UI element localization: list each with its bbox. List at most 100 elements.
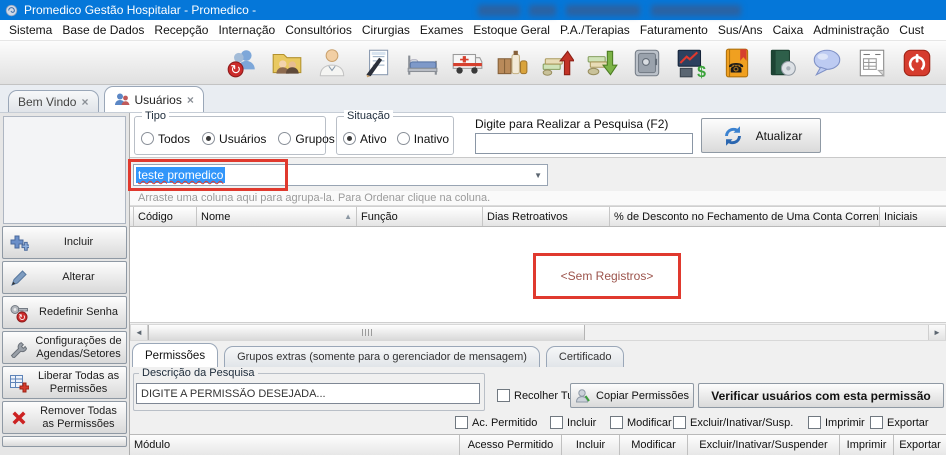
radio-inativo[interactable]: Inativo	[397, 132, 449, 146]
revenue-up-icon[interactable]	[539, 45, 575, 81]
radio-icon[interactable]	[397, 132, 410, 145]
exportar-checkbox[interactable]: Exportar	[870, 416, 929, 429]
horizontal-scrollbar[interactable]: ◄ ►	[130, 324, 946, 341]
checkbox-label: Excluir/Inativar/Susp.	[690, 417, 793, 429]
radio-ativo[interactable]: Ativo	[343, 132, 387, 146]
partial-button[interactable]	[2, 436, 127, 447]
menu-sus-ans[interactable]: Sus/Ans	[713, 21, 768, 39]
scrollbar-thumb[interactable]	[148, 325, 585, 340]
checkbox-icon[interactable]	[455, 416, 468, 429]
svg-text:↻: ↻	[230, 62, 241, 77]
menu-estoque-geral[interactable]: Estoque Geral	[468, 21, 555, 39]
menu-sistema[interactable]: Sistema	[4, 21, 57, 39]
column-modulo[interactable]: Módulo	[130, 435, 460, 455]
patients-folder-icon[interactable]	[269, 45, 305, 81]
column-iniciais[interactable]: Iniciais	[880, 207, 946, 226]
menu-internacao[interactable]: Internação	[213, 21, 280, 39]
imprimir-checkbox[interactable]: Imprimir	[808, 416, 865, 429]
radio-usuarios[interactable]: Usuários	[202, 132, 266, 146]
phone-book-icon[interactable]: ☎	[719, 45, 755, 81]
tab-usuarios[interactable]: Usuários ×	[104, 86, 204, 112]
contract-document-icon[interactable]	[359, 45, 395, 81]
incluir-button[interactable]: Incluir	[2, 226, 127, 259]
menu-cirurgias[interactable]: Cirurgias	[357, 21, 415, 39]
user-combobox[interactable]: teste promedico ▼	[133, 164, 548, 186]
menu-exames[interactable]: Exames	[415, 21, 468, 39]
column-modificar[interactable]: Modificar	[620, 435, 688, 455]
menu-base-de-dados[interactable]: Base de Dados	[57, 21, 149, 39]
incluir-checkbox[interactable]: Incluir	[550, 416, 596, 429]
toolbar: ↻ $ ☎	[0, 41, 946, 85]
column-excluir-inativar[interactable]: Excluir/Inativar/Suspender	[688, 435, 840, 455]
billing-chart-icon[interactable]: $	[674, 45, 710, 81]
column-imprimir[interactable]: Imprimir	[840, 435, 894, 455]
atualizar-button[interactable]: Atualizar	[701, 118, 821, 153]
menu-recepcao[interactable]: Recepção	[149, 21, 213, 39]
invoice-form-icon[interactable]	[854, 45, 890, 81]
configuracoes-agendas-button[interactable]: Configurações de Agendas/Setores	[2, 331, 127, 364]
app-icon	[5, 4, 18, 17]
tab-permissoes[interactable]: Permissões	[132, 343, 218, 367]
expense-down-icon[interactable]	[584, 45, 620, 81]
liberar-permissoes-button[interactable]: Liberar Todas as Permissões	[2, 366, 127, 399]
excluir-checkbox[interactable]: Excluir/Inativar/Susp.	[673, 416, 793, 429]
copiar-permissoes-button[interactable]: Copiar Permissões	[570, 383, 694, 408]
close-icon[interactable]: ×	[81, 96, 88, 108]
redefinir-senha-button[interactable]: ↻ Redefinir Senha	[2, 296, 127, 329]
search-input[interactable]	[475, 133, 693, 154]
radio-grupos[interactable]: Grupos	[278, 132, 334, 146]
checkbox-icon[interactable]	[808, 416, 821, 429]
tab-bem-vindo[interactable]: Bem Vindo ×	[8, 90, 99, 112]
column-funcao[interactable]: Função	[357, 207, 483, 226]
checkbox-icon[interactable]	[550, 416, 563, 429]
column-desconto[interactable]: % de Desconto no Fechamento de Uma Conta…	[610, 207, 880, 226]
users-grid-body	[130, 227, 946, 323]
radio-todos[interactable]: Todos	[141, 132, 190, 146]
svg-text:↻: ↻	[18, 312, 26, 322]
verificar-usuarios-button[interactable]: Verificar usuários com esta permissão	[698, 383, 944, 408]
column-dias-retroativos[interactable]: Dias Retroativos	[483, 207, 610, 226]
menu-consultorios[interactable]: Consultórios	[280, 21, 357, 39]
sync-users-icon[interactable]: ↻	[224, 45, 260, 81]
tab-grupos-extras[interactable]: Grupos extras (somente para o gerenciado…	[224, 346, 540, 367]
search-label: Digite para Realizar a Pesquisa (F2)	[475, 117, 668, 131]
exit-power-icon[interactable]	[899, 45, 935, 81]
remover-permissoes-button[interactable]: Remover Todas as Permissões	[2, 401, 127, 434]
chevron-down-icon[interactable]: ▼	[534, 171, 542, 180]
radio-icon[interactable]	[202, 132, 215, 145]
tab-certificado[interactable]: Certificado	[546, 346, 625, 367]
radio-icon[interactable]	[343, 132, 356, 145]
scroll-left-icon[interactable]: ◄	[131, 325, 148, 340]
hospital-bed-icon[interactable]	[404, 45, 440, 81]
menubar: Sistema Base de Dados Recepção Internaçã…	[0, 20, 946, 41]
menu-pa-terapias[interactable]: P.A./Terapias	[555, 21, 635, 39]
column-acesso-permitido[interactable]: Acesso Permitido	[460, 435, 562, 455]
checkbox-icon[interactable]	[870, 416, 883, 429]
permissao-search-input[interactable]	[136, 383, 480, 404]
menu-administracao[interactable]: Administração	[808, 21, 894, 39]
radio-icon[interactable]	[278, 132, 291, 145]
column-codigo[interactable]: Código	[134, 207, 197, 226]
ac-permitido-checkbox[interactable]: Ac. Permitido	[455, 416, 537, 429]
menu-faturamento[interactable]: Faturamento	[635, 21, 713, 39]
close-icon[interactable]: ×	[187, 94, 194, 106]
column-exportar[interactable]: Exportar	[894, 435, 946, 455]
scroll-right-icon[interactable]: ►	[928, 325, 945, 340]
menu-caixa[interactable]: Caixa	[768, 21, 809, 39]
checkbox-icon[interactable]	[673, 416, 686, 429]
column-nome[interactable]: Nome▲	[197, 207, 357, 226]
checkbox-icon[interactable]	[610, 416, 623, 429]
ambulance-icon[interactable]	[449, 45, 485, 81]
doctor-icon[interactable]	[314, 45, 350, 81]
column-incluir[interactable]: Incluir	[562, 435, 620, 455]
menu-custo[interactable]: Cust	[894, 21, 929, 39]
radio-icon[interactable]	[141, 132, 154, 145]
main-panel: Tipo Todos Usuários Grupos Situação Ativ…	[130, 113, 946, 455]
checkbox-icon[interactable]	[497, 389, 510, 402]
modificar-checkbox[interactable]: Modificar	[610, 416, 672, 429]
pharmacy-stock-icon[interactable]	[494, 45, 530, 81]
alterar-button[interactable]: Alterar	[2, 261, 127, 294]
chat-icon[interactable]	[809, 45, 845, 81]
manual-book-icon[interactable]	[764, 45, 800, 81]
safe-icon[interactable]	[629, 45, 665, 81]
